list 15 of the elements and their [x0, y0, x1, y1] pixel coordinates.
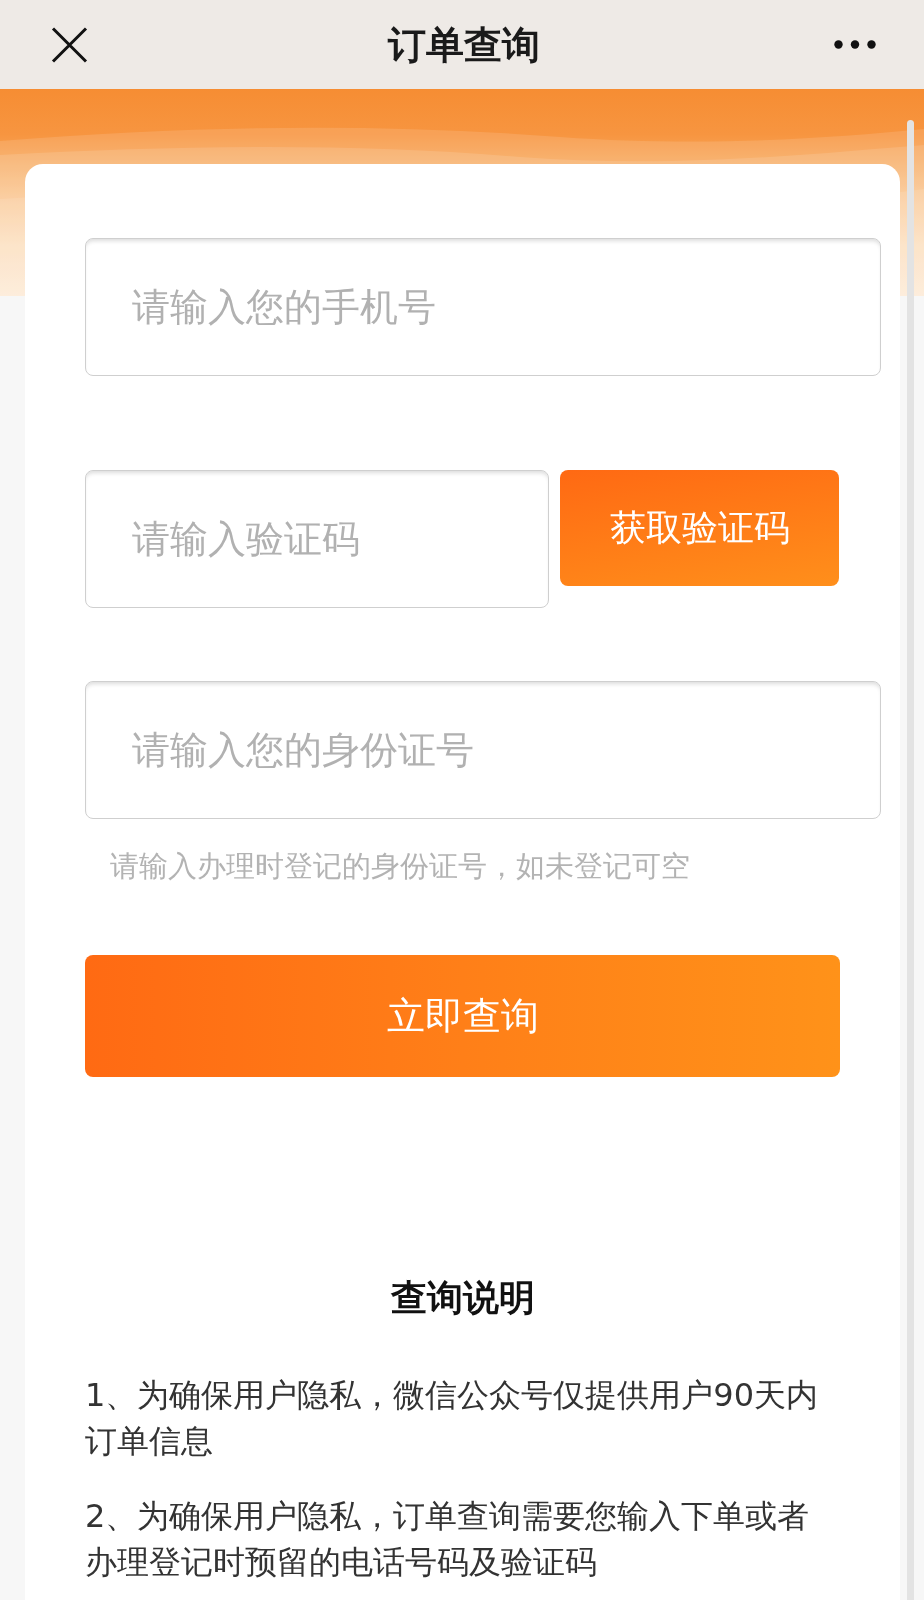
verification-code-field[interactable]: 请输入验证码	[85, 470, 549, 608]
search-button[interactable]: 立即查询	[85, 955, 840, 1077]
page-title: 订单查询	[387, 21, 540, 68]
scrollbar-thumb[interactable]	[907, 120, 914, 1600]
instruction-text: 2、为确保用户隐私，订单查询需要您输入下单或者办理登记时预留的电话号码及验证码	[85, 1496, 811, 1583]
instructions-title: 查询说明	[390, 1276, 535, 1320]
close-icon	[51, 26, 88, 63]
more-icon	[834, 40, 876, 49]
more-button[interactable]	[834, 40, 876, 49]
id-number-field[interactable]: 请输入您的身份证号	[85, 681, 881, 819]
instruction-text: 1、为确保用户隐私，微信公众号仅提供用户90天内订单信息	[85, 1375, 820, 1462]
close-button[interactable]	[51, 26, 88, 63]
get-code-button[interactable]: 获取验证码	[560, 470, 839, 586]
id-number-hint: 请输入办理时登记的身份证号，如未登记可空	[110, 849, 691, 883]
phone-number-field[interactable]: 请输入您的手机号	[85, 238, 881, 376]
